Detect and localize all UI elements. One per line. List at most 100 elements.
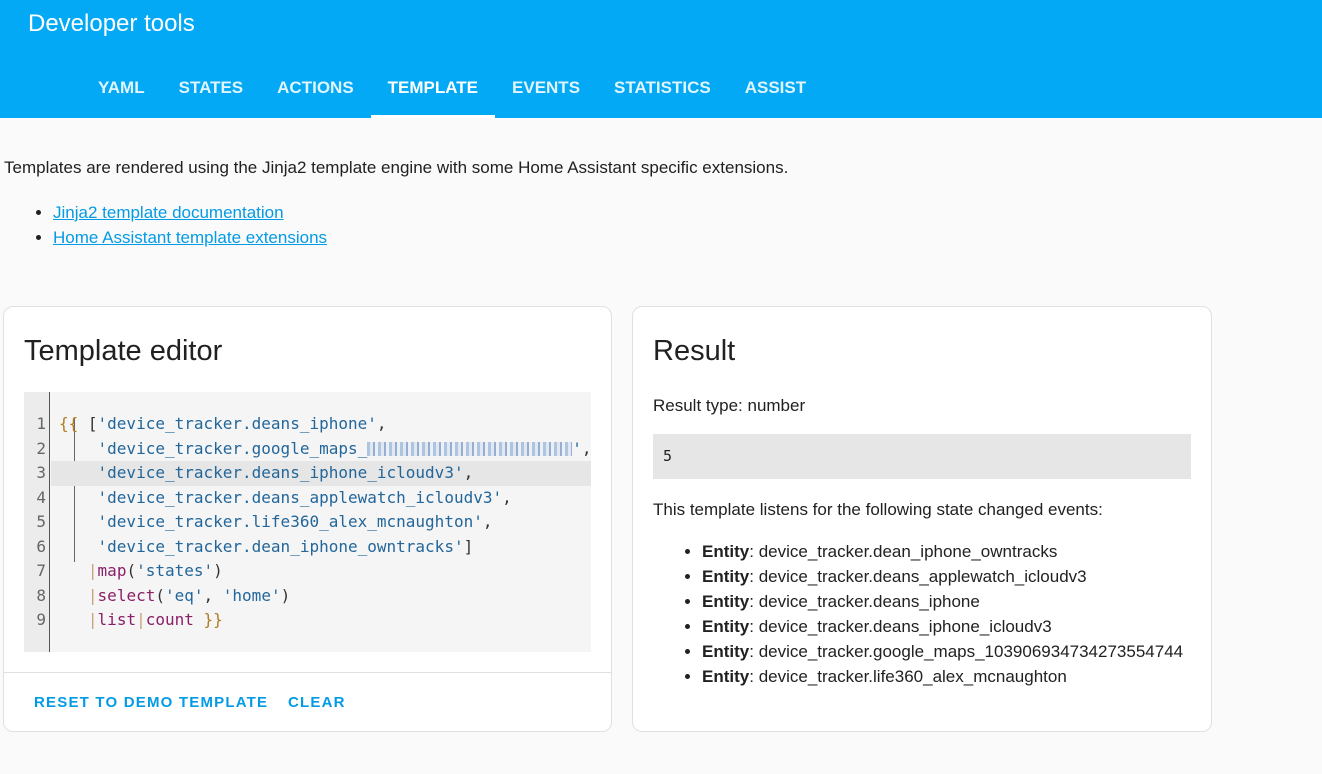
code-token: 'home'	[222, 585, 281, 605]
code-token: 'device_tracker.deans_iphone_icloudv3'	[97, 463, 464, 482]
code-text: 'device_tracker.google_maps_ ',	[59, 437, 592, 462]
code-token: {{	[59, 414, 79, 433]
code-line: 7 |map('states')	[24, 559, 591, 584]
line-number: 6	[36, 536, 46, 556]
list-item: Entity: device_tracker.deans_applewatch_…	[702, 564, 1183, 589]
code-token: |	[87, 561, 98, 580]
page-title: Developer tools	[28, 10, 195, 37]
reset-to-demo-button[interactable]: RESET TO DEMO TEMPLATE	[34, 694, 268, 711]
tab-actions[interactable]: ACTIONS	[260, 62, 371, 118]
code-token: (	[126, 561, 137, 580]
code-line: 5 'device_tracker.life360_alex_mcnaughto…	[24, 510, 591, 535]
list-item: Home Assistant template extensions	[53, 225, 327, 250]
code-token: |	[87, 610, 98, 629]
line-number: 8	[36, 585, 46, 605]
tab-states[interactable]: STATES	[162, 62, 261, 118]
listens-text: This template listens for the following …	[653, 500, 1103, 519]
entity-label: Entity	[702, 567, 750, 586]
code-token: list	[97, 610, 137, 629]
result-value: 5	[653, 434, 1191, 479]
tab-statistics[interactable]: STATISTICS	[597, 62, 728, 118]
code-line: 2 'device_tracker.google_maps_ ',	[24, 437, 591, 462]
code-editor[interactable]: 1{{ ['device_tracker.deans_iphone', 2 'de…	[24, 392, 592, 652]
code-token: 'eq'	[164, 585, 204, 605]
tab-events[interactable]: EVENTS	[495, 62, 597, 118]
code-token: }}	[203, 610, 223, 629]
code-token: |	[87, 585, 98, 605]
code-line: 1 {{ ['device_tracker.deans_iphone',	[24, 412, 591, 437]
jinja2-docs-link[interactable]: Jinja2 template documentation	[53, 203, 284, 222]
list-item: Entity: device_tracker.google_maps_10390…	[702, 639, 1183, 664]
intro-text: Templates are rendered using the Jinja2 …	[4, 158, 789, 177]
code-token: ,	[581, 438, 592, 458]
ha-template-extensions-link[interactable]: Home Assistant template extensions	[53, 228, 327, 247]
clear-button[interactable]: CLEAR	[288, 694, 346, 711]
entity-label: Entity	[702, 667, 750, 686]
code-token: select	[97, 585, 156, 605]
code-token: ,	[203, 585, 223, 605]
entity-id: device_tracker.dean_iphone_owntracks	[758, 542, 1058, 561]
code-token: |	[136, 610, 146, 629]
line-number: 7	[36, 561, 46, 580]
card-title: Result	[653, 335, 736, 367]
line-number: 3	[36, 463, 46, 482]
entity-label: Entity	[702, 642, 750, 661]
entity-id: device_tracker.life360_alex_mcnaughton	[758, 667, 1067, 686]
code-text: |select('eq', 'home')	[59, 584, 290, 609]
top-app-bar: Developer tools YAML STATES ACTIONS TEMPLAT…	[0, 0, 1322, 118]
line-number: 1	[36, 414, 46, 433]
entity-id: device_tracker.deans_iphone	[758, 592, 980, 611]
entity-id: device_tracker.deans_iphone_icloudv3	[758, 617, 1052, 636]
code-text: |list|count }}	[59, 608, 223, 633]
code-token: map	[97, 561, 127, 580]
entity-label: Entity	[702, 542, 750, 561]
code-token: [	[78, 414, 98, 433]
entity-id: device_tracker.google_maps_1039069347342…	[758, 642, 1184, 661]
code-token: 'device_tracker.google_maps_	[97, 438, 368, 458]
code-text: 'device_tracker.deans_applewatch_icloudv…	[59, 486, 512, 511]
code-token: )	[280, 585, 291, 605]
code-token: ,	[502, 487, 512, 507]
code-text: 'device_tracker.life360_alex_mcnaughton'…	[59, 510, 493, 535]
doc-links: Jinja2 template documentation Home Assis…	[0, 200, 327, 250]
redacted-text	[367, 442, 573, 456]
list-item: Jinja2 template documentation	[53, 200, 327, 225]
code-line: 4 'device_tracker.deans_applewatch_iclou…	[24, 486, 591, 511]
tab-yaml[interactable]: YAML	[81, 62, 162, 118]
tab-template[interactable]: TEMPLATE	[370, 62, 496, 118]
code-token: 'states'	[136, 561, 214, 580]
template-editor-card: Template editor 1{{ ['device_tracker.dea…	[3, 306, 612, 732]
code-token: ,	[376, 414, 387, 433]
line-number: 9	[36, 610, 46, 629]
entity-label: Entity	[702, 617, 750, 636]
code-line: 8 |select('eq', 'home')	[24, 584, 591, 609]
result-type: Result type: number	[653, 396, 806, 415]
code-token: )	[213, 561, 223, 580]
list-item: Entity: device_tracker.deans_iphone	[702, 589, 1183, 614]
entity-id: device_tracker.deans_applewatch_icloudv3	[758, 567, 1087, 586]
code-text: {{ ['device_tracker.deans_iphone',	[59, 412, 387, 437]
code-text: 'device_tracker.deans_iphone_icloudv3',	[59, 461, 474, 486]
code-line: 9 |list|count }}	[24, 608, 591, 633]
list-item: Entity: device_tracker.life360_alex_mcna…	[702, 664, 1183, 689]
list-item: Entity: device_tracker.deans_iphone_iclo…	[702, 614, 1183, 639]
code-token: '	[572, 438, 582, 458]
card-title: Template editor	[24, 335, 223, 367]
line-number: 2	[36, 438, 46, 458]
tab-assist[interactable]: ASSIST	[728, 62, 823, 118]
code-line: 3 'device_tracker.deans_iphone_icloudv3'…	[36, 461, 591, 486]
code-token: 'device_tracker.deans_iphone'	[97, 414, 377, 433]
code-token: ]	[463, 536, 474, 556]
card-actions: RESET TO DEMO TEMPLATE CLEAR	[4, 672, 611, 733]
line-number: 5	[36, 512, 46, 531]
code-token: count	[145, 610, 194, 629]
code-token: (	[155, 585, 165, 605]
